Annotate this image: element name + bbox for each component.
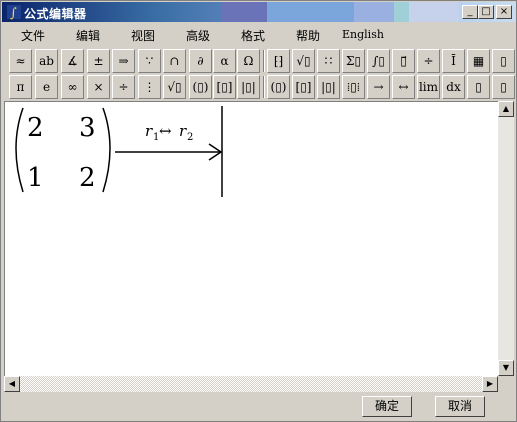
menu-format[interactable]: 格式 (241, 27, 265, 44)
title-bar: ∫ 公式编辑器 _ □ × (2, 2, 516, 22)
tb-arrow-button[interactable]: ⇒ (112, 49, 135, 73)
menu-english[interactable]: English (342, 28, 384, 41)
tb-divide-button[interactable]: ÷ (112, 75, 135, 99)
tb-dx-button[interactable]: dx (442, 75, 465, 99)
menu-edit[interactable]: 编辑 (76, 27, 100, 44)
tb-extra-template-button[interactable]: ▯ (467, 75, 490, 99)
right-paren (102, 107, 111, 193)
tb-paren-button[interactable]: (▯) (189, 75, 212, 99)
tb-script-template-button[interactable]: ∷ (317, 49, 340, 73)
tb-paren-matrix-button[interactable]: (▯) (267, 75, 290, 99)
tb-logic-button[interactable]: ∵ (138, 49, 161, 73)
tb-fraction-button[interactable]: ⋮ (138, 75, 161, 99)
tb-radical-template-button[interactable]: √▯ (292, 49, 315, 73)
tb-bar-template-button[interactable]: ▯⃗ (392, 49, 415, 73)
tb-limit-button[interactable]: lim (417, 75, 440, 99)
menu-bar: 文件 编辑 视图 高级 格式 帮助 English (2, 23, 516, 45)
menu-file[interactable]: 文件 (21, 27, 45, 44)
toolbar-separator (263, 76, 265, 98)
arrow-label-r2: r (179, 122, 187, 140)
tb-set-button[interactable]: ∩ (163, 49, 186, 73)
tb-embellish-button[interactable]: ∡ (61, 49, 84, 73)
tb-approx-button[interactable]: ≈ (9, 49, 32, 73)
svg-text:∫: ∫ (10, 6, 17, 20)
horizontal-scroll-track[interactable] (20, 376, 482, 392)
tb-infinity-button[interactable]: ∞ (61, 75, 84, 99)
symbol-toolbar: ≈ ab ∡ ± ⇒ ∵ ∩ ∂ α Ω ⁅⁆ √▯ ∷ Σ▯ ∫▯ ▯⃗ ÷ … (4, 48, 516, 76)
equation-editor-area[interactable]: 2 3 1 2 r 1 ↔ r 2 (4, 101, 500, 378)
scroll-right-button[interactable]: ▶ (482, 376, 498, 392)
tb-product-template-button[interactable]: Ī (442, 49, 465, 73)
scroll-up-button[interactable]: ▲ (498, 101, 514, 117)
tb-greek-upper-button[interactable]: Ω (237, 49, 260, 73)
ok-button[interactable]: 确定 (362, 396, 412, 417)
matrix-cell-1-1: 2 (27, 113, 44, 143)
tb-box-template-button[interactable]: ▯ (492, 49, 515, 73)
equation-canvas: 2 3 1 2 r 1 ↔ r 2 (15, 106, 223, 197)
tb-double-arrow-button[interactable]: ↔ (392, 75, 415, 99)
template-toolbar: π e ∞ × ÷ ⋮ √▯ (▯) [▯] |▯| (▯) [▯] |▯| ⁞… (4, 74, 516, 102)
cancel-button[interactable]: 取消 (435, 396, 485, 417)
tb-det-matrix-button[interactable]: |▯| (317, 75, 340, 99)
matrix-cell-1-2: 3 (79, 113, 96, 143)
minimize-icon: _ (467, 6, 473, 17)
menu-advanced[interactable]: 高级 (186, 27, 210, 44)
left-paren (15, 107, 24, 193)
matrix-cell-2-2: 2 (79, 163, 96, 193)
chevron-up-icon: ▲ (502, 104, 510, 113)
formula-editor-window: ∫ 公式编辑器 _ □ × 文件 编辑 视图 高级 格式 帮助 English … (0, 0, 517, 422)
maximize-button[interactable]: □ (478, 5, 494, 19)
app-icon: ∫ (7, 5, 21, 20)
tb-operator-button[interactable]: ± (87, 49, 110, 73)
tb-dotted-matrix-button[interactable]: ⁞▯⁞ (342, 75, 365, 99)
tb-extra-template-button-2[interactable]: ▯ (492, 75, 515, 99)
tb-misc-button[interactable]: ∂ (189, 49, 212, 73)
chevron-right-icon: ▶ (486, 379, 494, 388)
tb-bracket-button[interactable]: [▯] (213, 75, 236, 99)
menu-view[interactable]: 视图 (131, 27, 155, 44)
arrow-label-swap: ↔ (159, 122, 172, 140)
close-icon: × (499, 6, 509, 17)
chevron-left-icon: ◀ (8, 379, 16, 388)
tb-times-button[interactable]: × (87, 75, 110, 99)
vertical-scrollbar[interactable]: ▲ ▼ (498, 101, 514, 378)
tb-bracket-matrix-button[interactable]: [▯] (292, 75, 315, 99)
maximize-icon: □ (481, 6, 491, 17)
tb-fence-template-button[interactable]: ⁅⁆ (267, 49, 290, 73)
tb-greek-lower-button[interactable]: α (213, 49, 236, 73)
tb-sqrt-button[interactable]: √▯ (163, 75, 186, 99)
tb-integral-template-button[interactable]: ∫▯ (367, 49, 390, 73)
scrollbar-corner (498, 376, 514, 392)
tb-spacing-button[interactable]: ab (35, 49, 58, 73)
menu-help[interactable]: 帮助 (296, 27, 320, 44)
toolbar-separator (263, 50, 265, 72)
scroll-down-button[interactable]: ▼ (498, 360, 514, 376)
chevron-down-icon: ▼ (502, 363, 510, 372)
tb-pi-button[interactable]: π (9, 75, 32, 99)
matrix-cell-2-1: 1 (27, 163, 44, 193)
tb-abs-button[interactable]: |▯| (237, 75, 260, 99)
minimize-button[interactable]: _ (462, 5, 478, 19)
close-button[interactable]: × (496, 5, 512, 19)
tb-matrix-template-button[interactable]: ▦ (467, 49, 490, 73)
tb-e-button[interactable]: e (35, 75, 58, 99)
scroll-left-button[interactable]: ◀ (4, 376, 20, 392)
tb-arrow-template-button[interactable]: ÷ (417, 49, 440, 73)
window-title: 公式编辑器 (24, 7, 87, 21)
horizontal-scrollbar[interactable]: ◀ ▶ (4, 376, 498, 392)
arrow-label-r1: r (145, 122, 153, 140)
tb-right-arrow-button[interactable]: → (367, 75, 390, 99)
arrow-label-r2-sub: 2 (187, 132, 193, 143)
tb-sum-template-button[interactable]: Σ▯ (342, 49, 365, 73)
